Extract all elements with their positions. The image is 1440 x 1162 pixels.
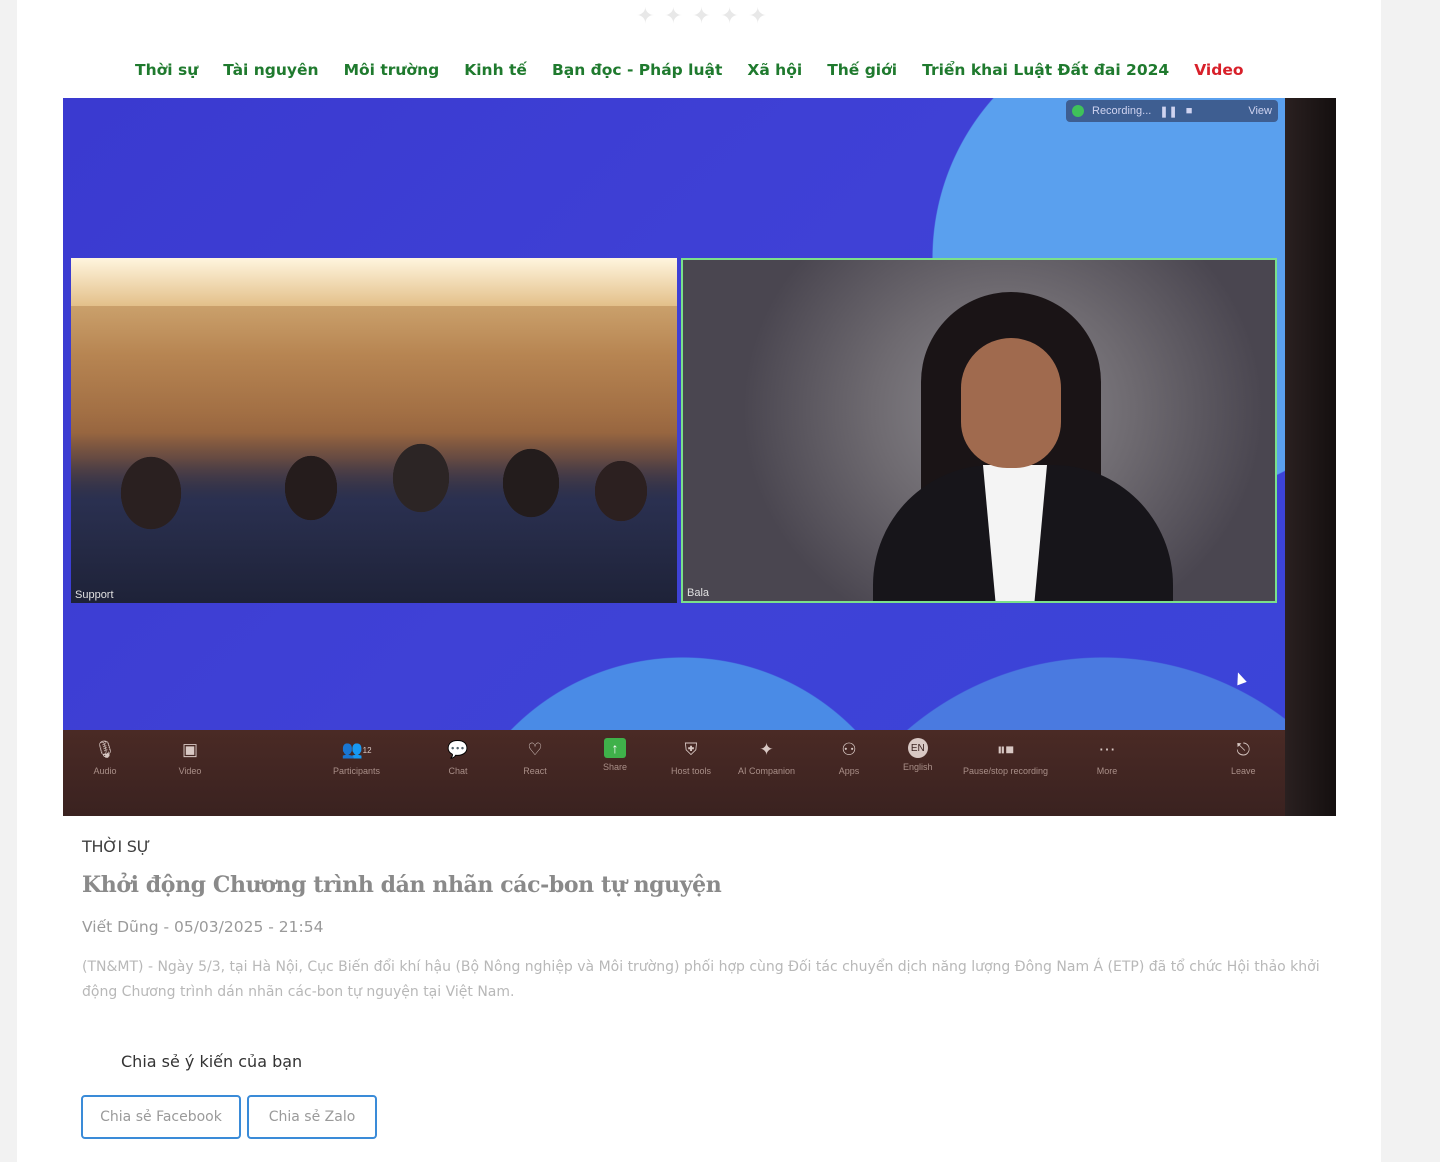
nav-item-kinh-te[interactable]: Kinh tế xyxy=(464,56,527,86)
share-zalo-button[interactable]: Chia sẻ Zalo xyxy=(247,1095,377,1139)
toolbar-label-pause-recording: Pause/stop recording xyxy=(963,766,1049,776)
nav-item-video[interactable]: Video xyxy=(1194,56,1243,86)
view-label: View xyxy=(1248,105,1272,117)
toolbar-label-share: Share xyxy=(603,762,628,772)
toolbar-label-host-tools: Host tools xyxy=(671,766,712,776)
toolbar-label-video: Video xyxy=(178,766,202,776)
toolbar-video: ▣ Video xyxy=(178,738,202,776)
toolbar-audio: 🎙 Audio xyxy=(93,738,117,776)
video-tile-support: Support xyxy=(71,258,677,603)
toolbar-label-participants: Participants xyxy=(333,766,381,776)
heart-icon: ♡ xyxy=(527,740,543,759)
pause-icon: ❚❚ xyxy=(1159,105,1178,118)
recording-label: Recording... xyxy=(1092,105,1152,117)
mouse-cursor-icon xyxy=(1233,670,1247,686)
toolbar-react: ♡ React xyxy=(523,738,547,776)
video-call-screen: Recording... ❚❚ ■ View Support Bala xyxy=(63,98,1285,730)
audience xyxy=(71,433,677,603)
share-icon: ↑ xyxy=(604,738,627,758)
toolbar-english: EN English xyxy=(903,738,933,772)
tile-label-bala: Bala xyxy=(687,587,710,599)
participants-count: 12 xyxy=(362,745,372,755)
article-lead: (TN&MT) - Ngày 5/3, tại Hà Nội, Cục Biến… xyxy=(82,959,1320,1000)
toolbar-label-more: More xyxy=(1096,766,1118,776)
nav-item-ban-doc-phap-luat[interactable]: Bạn đọc - Pháp luật xyxy=(552,56,722,86)
more-icon: ⋯ xyxy=(1098,740,1116,759)
article-title: Khởi động Chương trình dán nhãn các-bon … xyxy=(82,872,722,898)
meeting-toolbar: 🎙 Audio ▣ Video 👥 12 Participants 💬 Chat … xyxy=(63,730,1285,816)
room-ceiling xyxy=(71,258,677,306)
article-hero-image: Recording... ❚❚ ■ View Support Bala 🎙 Au… xyxy=(63,98,1336,816)
toolbar-label-audio: Audio xyxy=(93,766,117,776)
sparkle-icon: ✦ xyxy=(759,740,774,759)
tile-label-support: Support xyxy=(75,589,114,601)
nav-item-moi-truong[interactable]: Môi trường xyxy=(344,56,440,86)
toolbar-share: ↑ Share xyxy=(603,738,627,772)
nav-item-luat-dat-dai[interactable]: Triển khai Luật Đất đai 2024 xyxy=(922,56,1169,86)
toolbar-chat: 💬 Chat xyxy=(446,738,470,776)
toolbar-label-english: English xyxy=(903,762,933,772)
nav-item-tai-nguyen[interactable]: Tài nguyên xyxy=(223,56,318,86)
toolbar-pause-recording: ⏸⏹ Pause/stop recording xyxy=(963,738,1048,776)
shield-icon: ⛨ xyxy=(684,740,698,759)
page-container: ✦ ✦ ✦ ✦ ✦ Thời sự Tài nguyên Môi trường … xyxy=(17,0,1381,1162)
nav-item-xa-hoi[interactable]: Xã hội xyxy=(747,56,802,86)
chat-icon: 💬 xyxy=(447,740,469,759)
apps-icon: ⚇ xyxy=(841,740,857,759)
toolbar-label-leave: Leave xyxy=(1231,766,1256,776)
participants-icon: 👥 12 xyxy=(341,740,372,759)
camera-icon: ▣ xyxy=(181,740,199,759)
toolbar-host-tools: ⛨ Host tools xyxy=(671,738,711,776)
nav-item-the-gioi[interactable]: Thế giới xyxy=(827,56,897,86)
toolbar-ai-companion: ✦ AI Companion xyxy=(738,738,795,776)
share-facebook-button[interactable]: Chia sẻ Facebook xyxy=(81,1095,241,1139)
toolbar-label-apps: Apps xyxy=(838,766,860,776)
share-label: Chia sẻ ý kiến của bạn xyxy=(121,1052,303,1071)
site-logo[interactable]: ✦ ✦ ✦ ✦ ✦ xyxy=(627,2,777,30)
nav-item-thoi-su[interactable]: Thời sự xyxy=(135,56,198,86)
toolbar-label-chat: Chat xyxy=(448,766,468,776)
toolbar-label-ai-companion: AI Companion xyxy=(738,766,796,776)
screen-bezel xyxy=(1285,98,1336,816)
video-tile-bala: Bala xyxy=(681,258,1277,603)
toolbar-apps: ⚇ Apps xyxy=(837,738,861,776)
toolbar-label-react: React xyxy=(523,766,547,776)
stop-icon: ■ xyxy=(1185,105,1193,117)
article-section[interactable]: THỜI SỰ xyxy=(82,837,150,856)
toolbar-participants: 👥 12 Participants xyxy=(333,738,380,776)
pause-stop-icon: ⏸⏹ xyxy=(997,740,1015,759)
speaker-face xyxy=(961,338,1061,468)
leave-icon: ⎋ xyxy=(1236,740,1250,759)
main-nav: Thời sự Tài nguyên Môi trường Kinh tế Bạ… xyxy=(135,56,1269,86)
recording-indicator: Recording... ❚❚ ■ View xyxy=(1066,100,1278,122)
language-icon: EN xyxy=(907,738,928,758)
toolbar-leave: ⎋ Leave xyxy=(1231,738,1256,776)
article-byline: Viết Dũng - 05/03/2025 - 21:54 xyxy=(82,918,324,936)
microphone-icon: 🎙 xyxy=(94,740,116,759)
toolbar-more: ⋯ More xyxy=(1095,738,1119,776)
shield-check-icon xyxy=(1072,105,1084,117)
